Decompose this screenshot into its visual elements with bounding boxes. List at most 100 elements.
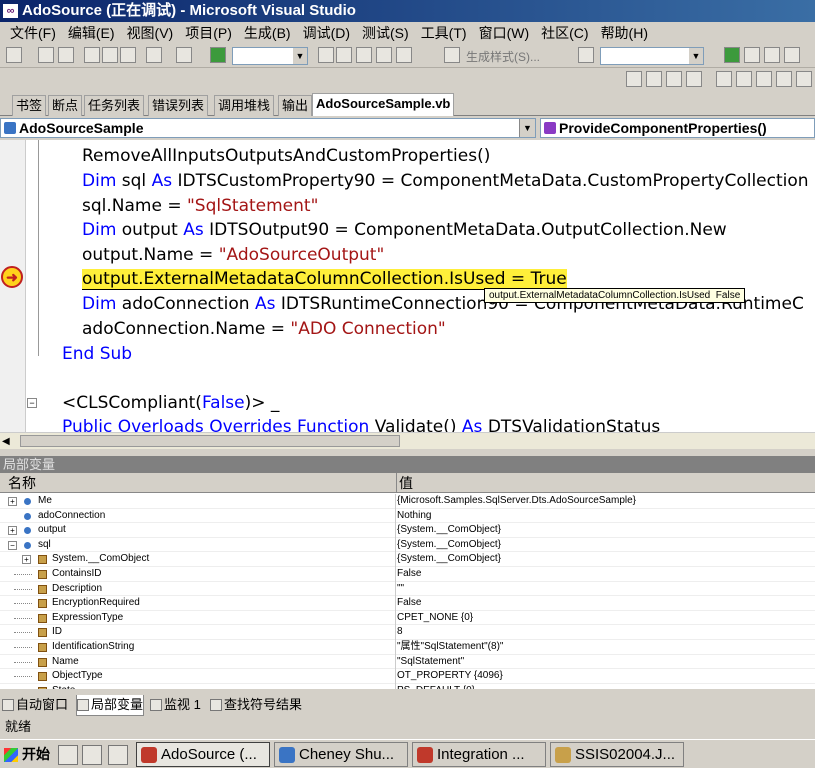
local-value[interactable]: 8 [397, 625, 403, 640]
toolbox-icon[interactable] [376, 47, 392, 63]
code-line[interactable]: Dim sql As IDTSCustomProperty90 = Compon… [82, 169, 809, 194]
outdent-icon[interactable] [716, 71, 732, 87]
tab-find-symbol-results[interactable]: 查找符号结果 [210, 695, 302, 715]
datatip[interactable]: output.ExternalMetadataColumnCollection.… [484, 288, 746, 303]
tab-task-list[interactable]: 任务列表 [84, 95, 145, 116]
bookmark-icon[interactable] [796, 71, 812, 87]
local-value[interactable]: {System.__ComObject} [397, 523, 501, 538]
task-cheney[interactable]: Cheney Shu... [274, 742, 408, 767]
scroll-thumb[interactable] [20, 435, 400, 447]
tools-icon[interactable] [356, 47, 372, 63]
uncomment-icon[interactable] [776, 71, 792, 87]
locals-row[interactable]: + Me {Microsoft.Samples.SqlServer.Dts.AdoS… [0, 494, 815, 509]
menu-community[interactable]: 社区(C) [535, 22, 594, 44]
menu-window[interactable]: 窗口(W) [473, 22, 536, 44]
new-project-icon[interactable] [6, 47, 22, 63]
restart-icon[interactable] [784, 47, 800, 63]
local-value[interactable]: {System.__ComObject} [397, 538, 501, 553]
expand-icon[interactable]: + [8, 497, 17, 506]
task-integration[interactable]: Integration ... [412, 742, 546, 767]
comment-icon[interactable] [756, 71, 772, 87]
code-line[interactable]: <CLSCompliant(False)> _ [62, 391, 279, 416]
redo-icon[interactable] [176, 47, 192, 63]
local-value[interactable]: False [397, 596, 421, 611]
locals-row[interactable]: EncryptionRequired False [0, 596, 815, 612]
start-button[interactable]: 开始 [2, 743, 50, 766]
locals-row[interactable]: State PS_DEFAULT {0} [0, 683, 815, 689]
local-value[interactable]: "SqlStatement" [397, 655, 464, 670]
local-value[interactable]: "" [397, 582, 404, 597]
properties-icon[interactable] [336, 47, 352, 63]
collapse-icon[interactable]: − [27, 398, 37, 408]
member-combo[interactable]: ProvideComponentProperties() [540, 118, 815, 138]
build-style-label[interactable]: 生成样式(S)... [466, 48, 540, 65]
tab-error-list[interactable]: 错误列表 [148, 95, 209, 116]
menu-debug[interactable]: 调试(D) [297, 22, 356, 44]
locals-row[interactable]: + output {System.__ComObject} [0, 523, 815, 539]
expand-icon[interactable]: + [22, 555, 31, 565]
code-line[interactable]: adoConnection.Name = "ADO Connection" [82, 317, 446, 342]
horizontal-scrollbar[interactable]: ◀ [0, 432, 815, 449]
start-debug-icon[interactable] [210, 47, 226, 63]
menu-help[interactable]: 帮助(H) [595, 22, 654, 44]
locals-row[interactable]: + System.__ComObject {System.__ComObject} [0, 552, 815, 568]
tab-watch-1[interactable]: 监视 1 [150, 695, 201, 715]
paste-icon[interactable] [120, 47, 136, 63]
cut-icon[interactable] [84, 47, 100, 63]
locals-row[interactable]: IdentificationString "属性"SqlStatement"(8)… [0, 640, 815, 655]
tab-adosourcesample-vb[interactable]: AdoSourceSample.vb [312, 93, 455, 116]
layout-icon[interactable] [626, 71, 642, 87]
locals-row[interactable]: Description "" [0, 581, 815, 597]
browser-icon[interactable] [82, 745, 102, 765]
save-icon[interactable] [38, 47, 54, 63]
code-line[interactable]: RemoveAllInputsOutputsAndCustomPropertie… [82, 144, 490, 169]
tab-call-stack[interactable]: 调用堆栈 [214, 95, 275, 116]
locals-row[interactable]: ID 8 [0, 625, 815, 641]
menu-project[interactable]: 项目(P) [179, 22, 238, 44]
find-icon[interactable] [318, 47, 334, 63]
local-value[interactable]: CPET_NONE {0} [397, 611, 473, 626]
style-combo[interactable]: ▼ [600, 47, 704, 65]
save-all-icon[interactable] [58, 47, 74, 63]
code-line[interactable]: sql.Name = "SqlStatement" [82, 194, 318, 219]
menu-edit[interactable]: 编辑(E) [62, 22, 121, 44]
copy-icon[interactable] [102, 47, 118, 63]
locals-row[interactable]: ContainsID False [0, 567, 815, 582]
local-value[interactable]: {System.__ComObject} [397, 552, 501, 567]
continue-icon[interactable] [724, 47, 740, 63]
task-ssis02004[interactable]: SSIS02004.J... [550, 742, 684, 767]
class-combo[interactable]: AdoSourceSample ▼ [0, 118, 536, 138]
scroll-left-icon[interactable]: ◀ [2, 436, 10, 447]
local-value[interactable]: False [397, 567, 421, 582]
chevron-down-icon[interactable]: ▼ [519, 119, 535, 137]
datatip-value[interactable]: False [716, 290, 740, 301]
snap-icon[interactable] [686, 71, 702, 87]
code-line[interactable]: output.Name = "AdoSourceOutput" [82, 243, 384, 268]
column-name-header[interactable]: 名称 [8, 473, 36, 493]
locals-row[interactable]: ExpressionType CPET_NONE {0} [0, 610, 815, 626]
menu-file[interactable]: 文件(F) [4, 22, 62, 44]
tab-autos[interactable]: 自动窗口 [2, 695, 68, 715]
locals-row[interactable]: Name "SqlStatement" [0, 654, 815, 670]
explorer-icon[interactable] [108, 745, 128, 765]
tab-locals[interactable]: 局部变量 [76, 695, 145, 716]
style-icon[interactable] [578, 47, 594, 63]
code-line[interactable]: End Sub [62, 342, 132, 367]
code-line[interactable]: Public Overloads Overrides Function Vali… [62, 415, 660, 432]
expand-icon[interactable]: + [8, 526, 17, 536]
stop-icon[interactable] [764, 47, 780, 63]
local-value[interactable]: "属性"SqlStatement"(8)" [397, 640, 503, 655]
pointer-icon[interactable] [444, 47, 460, 63]
grid-icon[interactable] [666, 71, 682, 87]
window-icon[interactable] [396, 47, 412, 63]
pause-icon[interactable] [744, 47, 760, 63]
column-value-header[interactable]: 值 [396, 473, 413, 493]
local-value[interactable]: {Microsoft.Samples.SqlServer.Dts.AdoSour… [397, 494, 636, 509]
show-desktop-icon[interactable] [58, 745, 78, 765]
menu-view[interactable]: 视图(V) [121, 22, 180, 44]
tab-bookmarks[interactable]: 书签 [12, 95, 47, 116]
menu-tools[interactable]: 工具(T) [415, 22, 473, 44]
tab-output[interactable]: 输出 [278, 95, 313, 116]
menu-build[interactable]: 生成(B) [238, 22, 297, 44]
local-value[interactable]: PS_DEFAULT {0} [397, 684, 475, 689]
